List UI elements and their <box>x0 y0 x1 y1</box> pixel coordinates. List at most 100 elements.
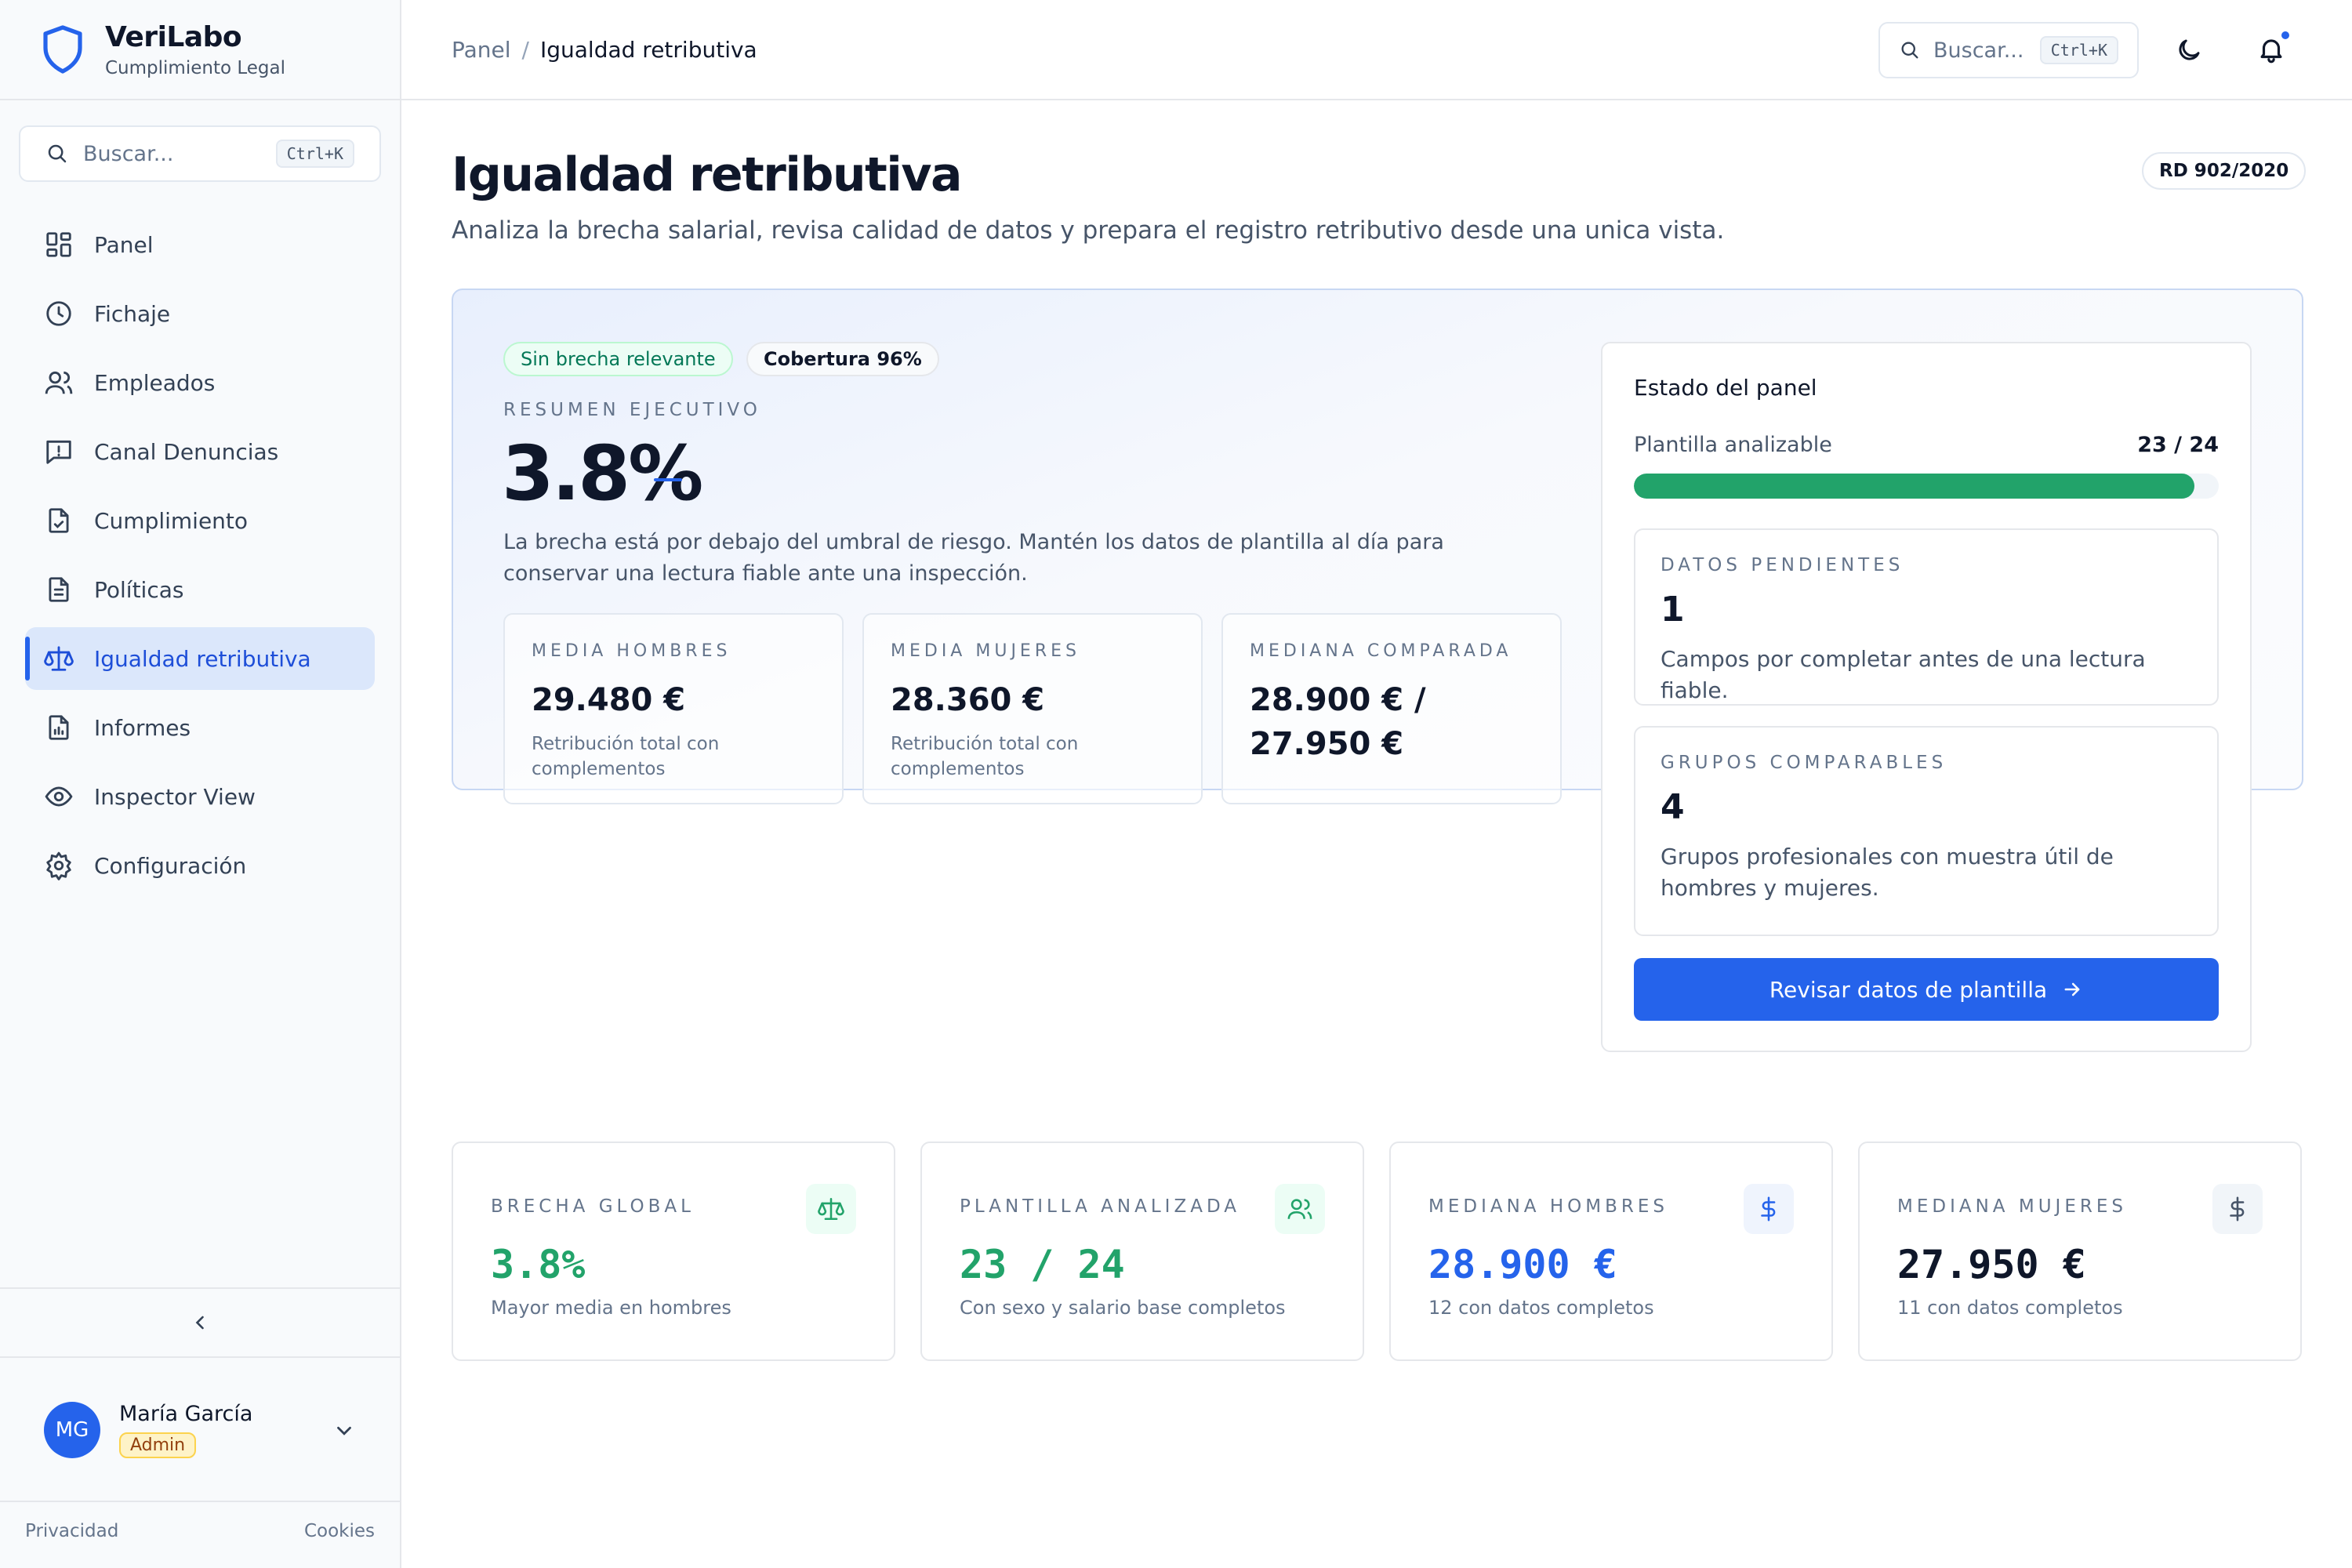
progress-bar <box>1634 474 2219 499</box>
kpi-value: 23 / 24 <box>960 1242 1125 1287</box>
cookies-link[interactable]: Cookies <box>304 1521 375 1541</box>
sidebar-item-label: Inspector View <box>94 783 256 810</box>
kpi-label: MEDIANA MUJERES <box>1897 1196 2127 1217</box>
user-name: María García <box>119 1402 253 1426</box>
privacy-link[interactable]: Privacidad <box>25 1521 118 1541</box>
card-description: Retribución total con complementos <box>891 734 1079 779</box>
main-content: Panel / Igualdad retributiva Buscar... Ctr… <box>401 0 2352 1568</box>
mean-women-card: MEDIA MUJERES 28.360 € Retribución total… <box>862 613 1203 804</box>
scale-icon <box>44 646 74 671</box>
shield-icon <box>43 25 82 74</box>
sidebar-item-label: Igualdad retributiva <box>94 645 311 672</box>
chevron-down-icon <box>337 1426 351 1436</box>
sidebar-item-empleados[interactable]: Empleados <box>25 351 375 414</box>
trend-neutral-icon <box>654 478 682 481</box>
scale-icon <box>806 1184 856 1234</box>
card-value: 1 <box>1661 590 1685 630</box>
gap-value: 3.8% <box>502 430 703 517</box>
card-label: MEDIA MUJERES <box>891 641 1080 661</box>
top-search-input[interactable]: Buscar... Ctrl+K <box>1878 22 2139 78</box>
sidebar-item-configuracion[interactable]: Configuración <box>25 834 375 897</box>
comparable-groups-card: GRUPOS COMPARABLES 4 Grupos profesionale… <box>1634 726 2219 936</box>
summary-eyebrow: RESUMEN EJECUTIVO <box>503 400 761 420</box>
message-alert-icon <box>46 440 71 464</box>
users-icon <box>1275 1184 1325 1234</box>
gear-icon <box>46 851 71 880</box>
brand-subtitle: Cumplimiento Legal <box>105 57 285 78</box>
kpi-label: MEDIANA HOMBRES <box>1428 1196 1668 1217</box>
kpi-label: BRECHA GLOBAL <box>491 1196 695 1217</box>
kpi-description: 11 con datos completos <box>1897 1297 2123 1319</box>
analyzable-staff-row: Plantilla analizable 23 / 24 <box>1634 433 2219 457</box>
sidebar-item-label: Cumplimiento <box>94 507 249 534</box>
sidebar-item-label: Fichaje <box>94 300 171 327</box>
kpi-card-analyzed-staff: PLANTILLA ANALIZADA 23 / 24 Con sexo y s… <box>920 1142 1364 1361</box>
arrow-right-icon <box>2064 982 2080 996</box>
topbar: Panel / Igualdad retributiva Buscar... Ctr… <box>401 0 2352 100</box>
kpi-value: 3.8% <box>491 1242 586 1287</box>
row-value: 23 / 24 <box>2137 433 2219 457</box>
sidebar: VeriLabo Cumplimiento Legal Buscar... Ct… <box>0 0 401 1568</box>
brand[interactable]: VeriLabo Cumplimiento Legal <box>0 0 400 100</box>
dollar-icon <box>1744 1184 1794 1234</box>
kpi-card-median-women: MEDIANA MUJERES 27.950 € 11 con datos co… <box>1858 1142 2302 1361</box>
kpi-description: Con sexo y salario base completos <box>960 1297 1286 1319</box>
progress-fill <box>1634 474 2194 499</box>
button-label: Revisar datos de plantilla <box>1769 976 2048 1003</box>
status-title: Estado del panel <box>1634 375 1817 401</box>
users-icon <box>45 371 73 394</box>
sidebar-item-fichaje[interactable]: Fichaje <box>25 282 375 345</box>
row-label: Plantilla analizable <box>1634 433 1832 457</box>
sidebar-item-inspector-view[interactable]: Inspector View <box>25 765 375 828</box>
file-text-icon <box>49 577 69 602</box>
file-chart-icon <box>49 715 69 740</box>
avatar: MG <box>44 1402 100 1458</box>
kpi-label: PLANTILLA ANALIZADA <box>960 1196 1240 1217</box>
eye-icon <box>45 786 73 807</box>
kpi-card-median-men: MEDIANA HOMBRES 28.900 € 12 con datos co… <box>1389 1142 1833 1361</box>
breadcrumb: Panel / Igualdad retributiva <box>452 37 757 63</box>
card-value: 4 <box>1661 787 1685 827</box>
sidebar-item-cumplimiento[interactable]: Cumplimiento <box>25 489 375 552</box>
chevron-left-icon <box>195 1316 204 1330</box>
executive-summary-panel: Sin brecha relevante Cobertura 96% RESUM… <box>452 289 2303 1052</box>
user-menu[interactable]: MG María García Admin <box>0 1359 400 1502</box>
kpi-value: 27.950 € <box>1897 1242 2086 1287</box>
card-description: Campos por completar antes de una lectur… <box>1661 646 2146 703</box>
sidebar-item-label: Configuración <box>94 852 247 879</box>
card-description: Retribución total con complementos <box>532 734 720 779</box>
collapse-sidebar-button[interactable] <box>0 1287 400 1358</box>
sidebar-item-label: Canal Denuncias <box>94 438 279 465</box>
sidebar-item-label: Panel <box>94 231 154 258</box>
status-badge: Sin brecha relevante <box>503 342 733 376</box>
search-icon <box>1901 42 1918 59</box>
search-shortcut: Ctrl+K <box>275 140 354 168</box>
sidebar-search-input[interactable]: Buscar... Ctrl+K <box>19 125 381 182</box>
sidebar-item-canal-denuncias[interactable]: Canal Denuncias <box>25 420 375 483</box>
review-staff-data-button[interactable]: Revisar datos de plantilla <box>1634 958 2219 1021</box>
sidebar-item-informes[interactable]: Informes <box>25 696 375 759</box>
search-placeholder: Buscar... <box>83 141 174 166</box>
sidebar-item-panel[interactable]: Panel <box>25 213 375 276</box>
sidebar-item-politicas[interactable]: Políticas <box>25 558 375 621</box>
coverage-badge: Cobertura 96% <box>746 342 939 376</box>
panel-status-card: Estado del panel Plantilla analizable 23… <box>1601 342 2252 1052</box>
card-value: 28.360 € <box>891 682 1045 718</box>
breadcrumb-separator: / <box>521 36 529 63</box>
breadcrumb-root[interactable]: Panel <box>452 37 511 63</box>
kpi-value: 28.900 € <box>1428 1242 1617 1287</box>
card-label: MEDIA HOMBRES <box>532 641 731 661</box>
grid-icon <box>46 232 71 257</box>
card-value: 29.480 € <box>532 682 686 718</box>
search-icon <box>48 144 67 163</box>
sidebar-item-label: Políticas <box>94 576 184 603</box>
footer-links: Privacidad Cookies <box>25 1521 375 1541</box>
moon-icon[interactable] <box>2175 36 2203 64</box>
summary-description: La brecha está por debajo del umbral de … <box>503 530 1444 586</box>
file-check-icon <box>49 508 69 533</box>
sidebar-item-igualdad-retributiva[interactable]: Igualdad retributiva <box>25 627 375 690</box>
search-placeholder: Buscar... <box>1933 38 2024 63</box>
dollar-icon <box>2212 1184 2263 1234</box>
card-label: DATOS PENDIENTES <box>1661 555 1904 575</box>
page-title: Igualdad retributiva <box>452 147 962 202</box>
